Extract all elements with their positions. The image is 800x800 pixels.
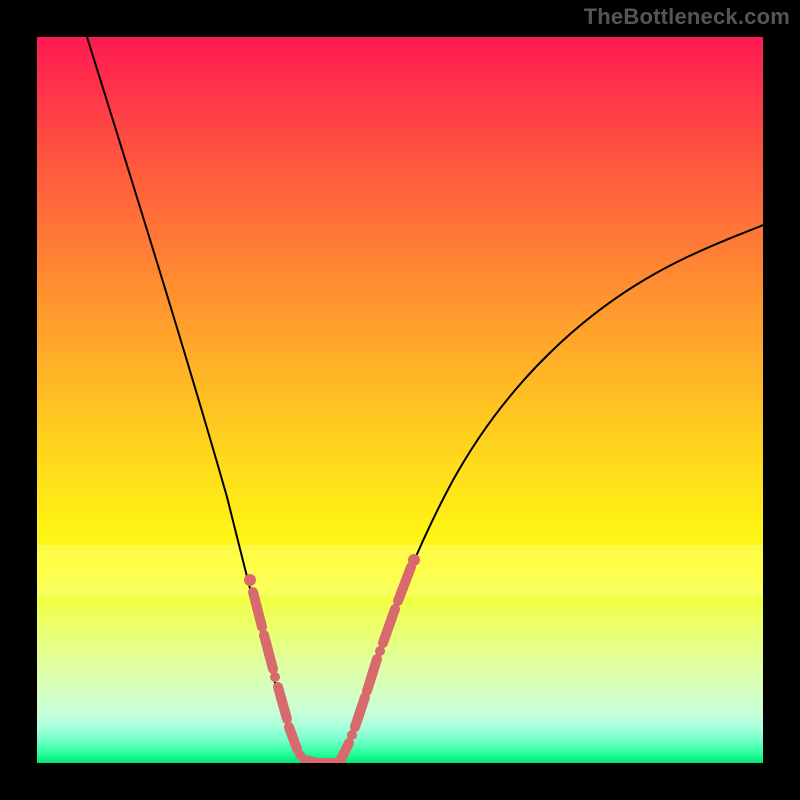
right-curve-markers bbox=[339, 554, 420, 763]
watermark-text: TheBottleneck.com bbox=[584, 4, 790, 30]
chart-frame: TheBottleneck.com bbox=[0, 0, 800, 800]
curves-svg bbox=[37, 37, 763, 763]
left-curve-markers bbox=[244, 574, 335, 763]
right-curve bbox=[337, 225, 763, 763]
left-curve bbox=[87, 37, 309, 763]
plot-area bbox=[37, 37, 763, 763]
